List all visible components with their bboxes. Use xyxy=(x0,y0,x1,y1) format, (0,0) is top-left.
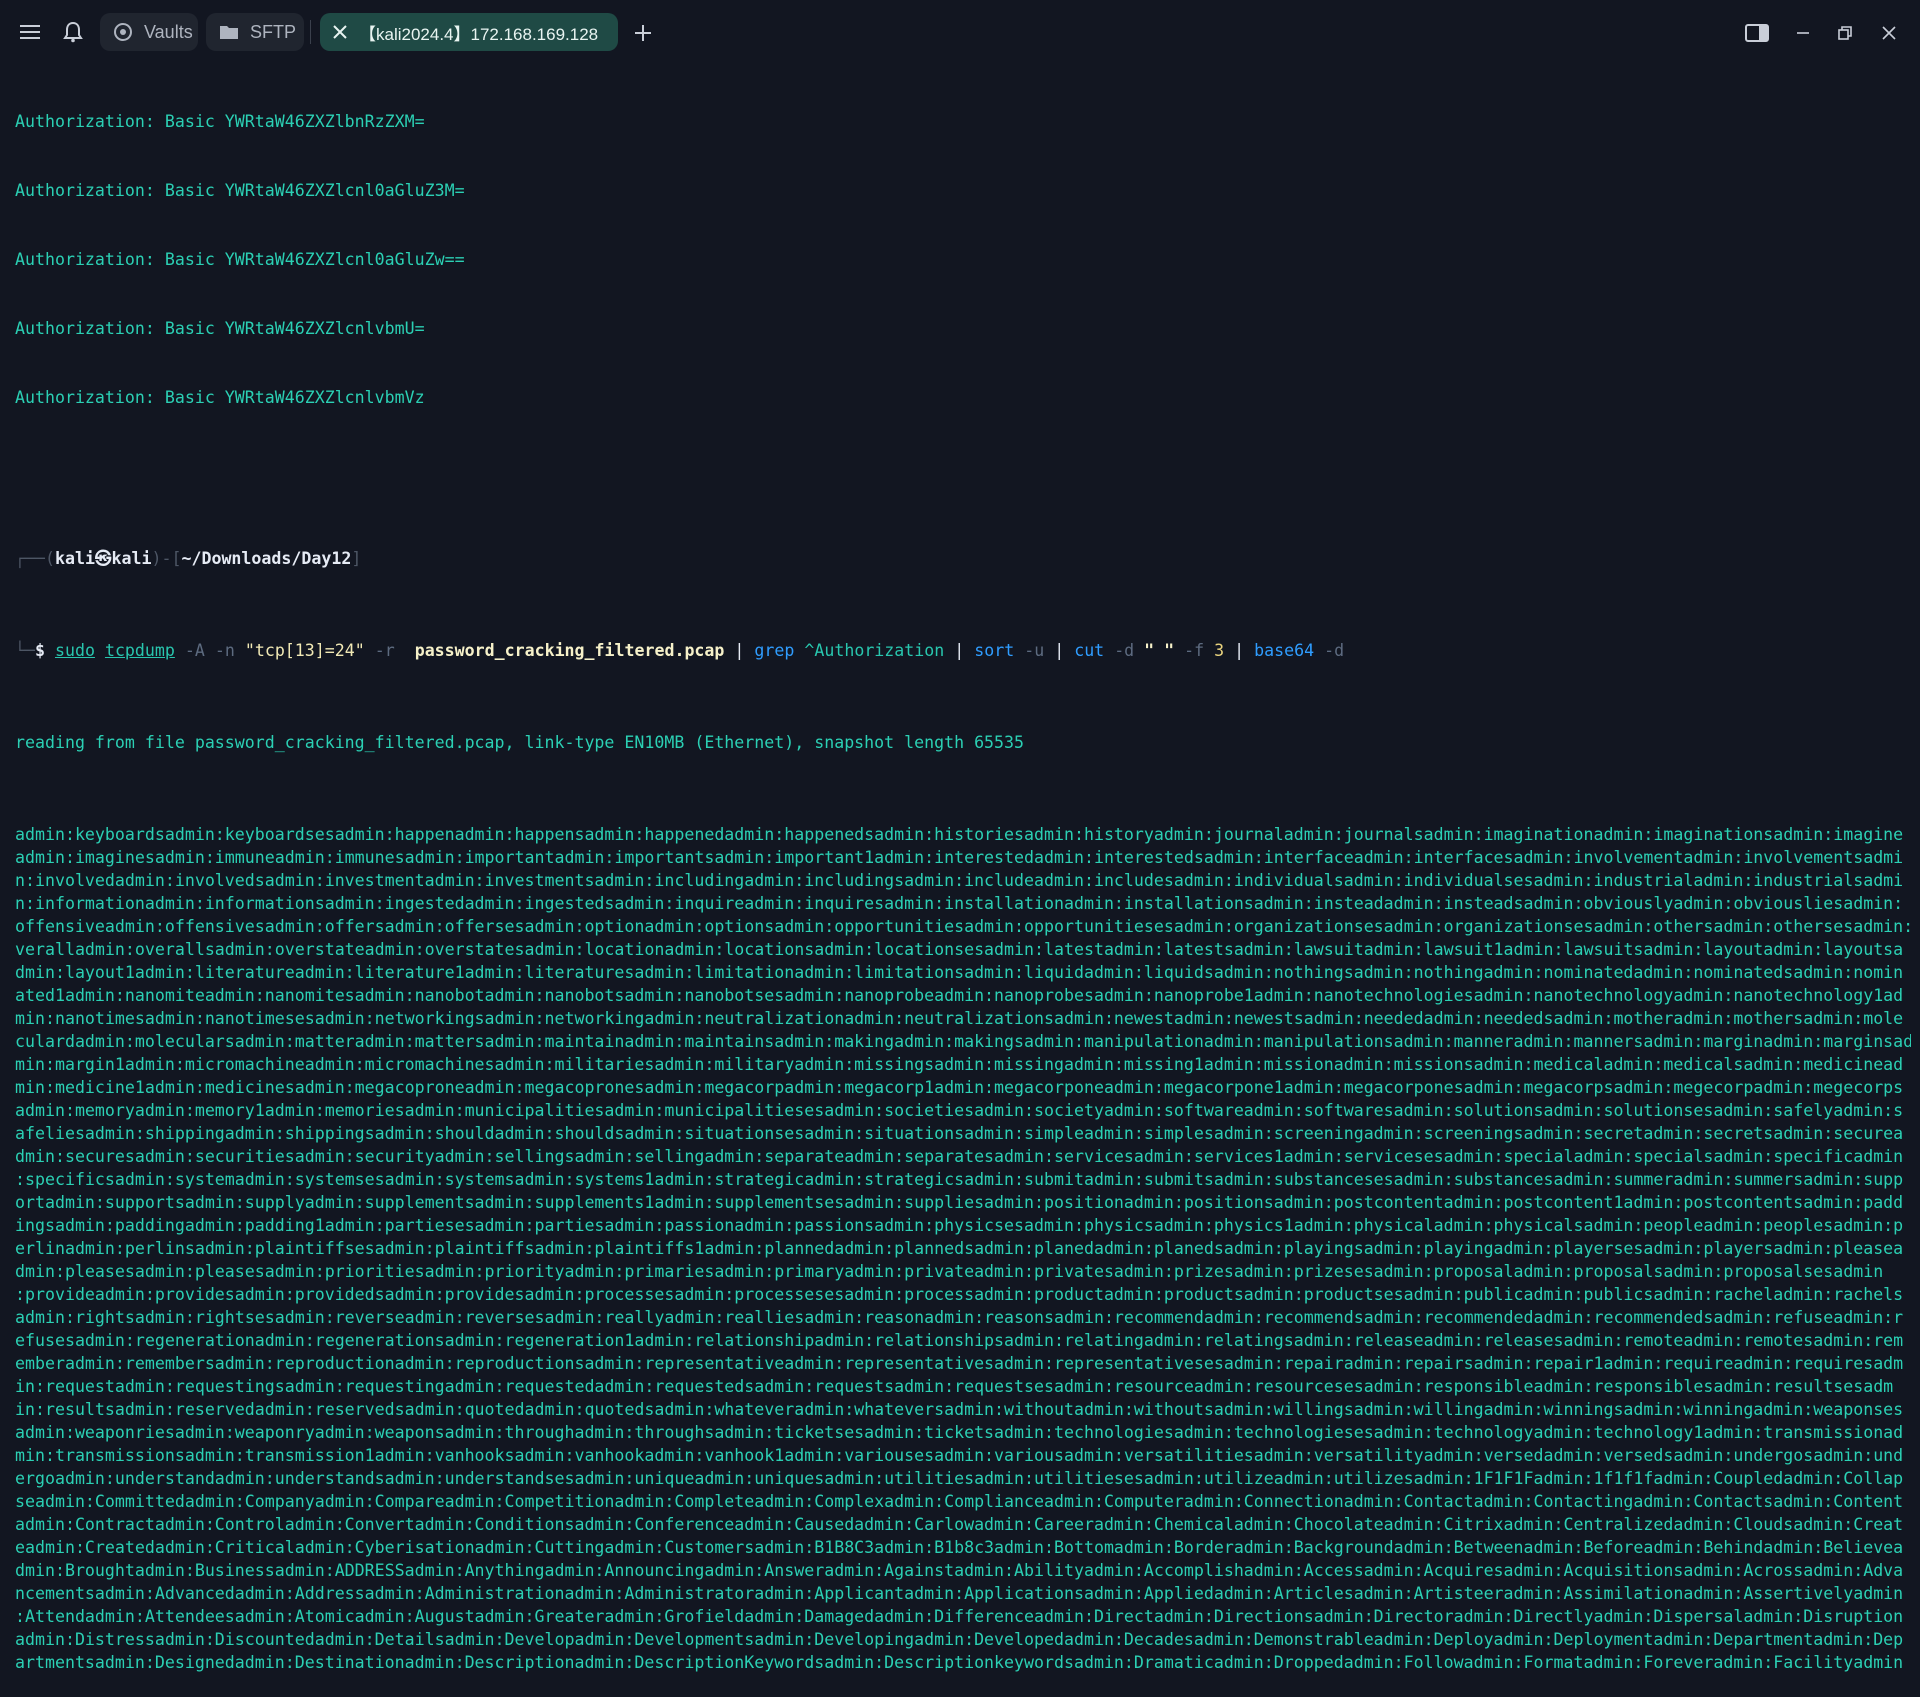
output-line: ergoadmin:understandadmin:understandsadm… xyxy=(15,1469,1904,1488)
cmd-pipe: | xyxy=(734,641,745,660)
output-line: veralladmin:overallsadmin:overstateadmin… xyxy=(15,940,1904,959)
bell-icon[interactable] xyxy=(60,19,86,45)
output-line: emberadmin:remembersadmin:reproductionad… xyxy=(15,1354,1904,1373)
close-window-icon[interactable] xyxy=(1876,20,1902,46)
output-line: afeliesadmin:shippingadmin:shippingsadmi… xyxy=(15,1124,1904,1143)
output-line: n:involvedadmin:involvedsadmin:investmen… xyxy=(15,871,1904,890)
output-line: min:transmissionsadmin:transmission1admi… xyxy=(15,1446,1904,1465)
prompt-second-prefix: └─ xyxy=(15,641,35,660)
plus-icon[interactable] xyxy=(630,20,656,46)
title-bar: Vaults SFTP 【kali2024.4】172.168.169.128 xyxy=(0,0,1920,64)
output-line: ingsadmin:paddingadmin:padding1admin:par… xyxy=(15,1216,1904,1235)
prompt-path: ~/Downloads/Day12 xyxy=(181,549,352,568)
cmd-grep: grep xyxy=(754,641,795,660)
output-line: erlinadmin:perlinsadmin:plaintiffsesadmi… xyxy=(15,1239,1904,1258)
auth-line: Authorization: Basic YWRtaW46ZXZlcnl0aGl… xyxy=(15,181,465,200)
output-line: efusesadmin:regenerationadmin:regenerati… xyxy=(15,1331,1904,1350)
output-line: admin:Contractadmin:Controladmin:Convert… xyxy=(15,1515,1904,1534)
output-line: artmentsadmin:Designedadmin:Destinationa… xyxy=(15,1653,1904,1672)
output-line: n:informationadmin:informationsadmin:ing… xyxy=(15,894,1904,913)
cmd-cut: cut xyxy=(1074,641,1105,660)
output-line: seadmin:Committedadmin:Companyadmin:Comp… xyxy=(15,1492,1904,1511)
prompt-dollar: $ xyxy=(34,641,45,660)
output-line: min:margin1admin:micromachineadmin:micro… xyxy=(15,1055,1904,1074)
cmd-tcpdump: tcpdump xyxy=(104,641,175,660)
output-line: in:resultsadmin:reservedadmin:reservedsa… xyxy=(15,1400,1904,1419)
output-line: min:nanotimesadmin:nanotimesesadmin:netw… xyxy=(15,1009,1904,1028)
output-line: admin:keyboardsadmin:keyboardsesadmin:ha… xyxy=(15,825,1904,844)
tab-kali-session[interactable]: 【kali2024.4】172.168.169.128 xyxy=(320,13,618,51)
prompt-open: ┌──( xyxy=(15,549,55,568)
cmd-sort-flag: -u xyxy=(1024,641,1045,660)
cmd-flag-r: -r xyxy=(374,641,395,660)
minimize-icon[interactable] xyxy=(1790,20,1816,46)
output-line: :specificsadmin:systemadmin:systemsesadm… xyxy=(15,1170,1904,1189)
reading-line: reading from file password_cracking_filt… xyxy=(15,733,1025,752)
output-line: admin:memoryadmin:memory1admin:memoriesa… xyxy=(15,1101,1904,1120)
output-line: :provideadmin:providesadmin:providedsadm… xyxy=(15,1285,1904,1304)
output-line: admin:Distressadmin:Discountedadmin:Deta… xyxy=(15,1630,1904,1649)
cmd-cut-delim: " " xyxy=(1144,641,1175,660)
output-line: dmin:Broughtadmin:Businessadmin:ADDRESSa… xyxy=(15,1561,1904,1580)
cmd-pipe: | xyxy=(1054,641,1065,660)
output-line: ncementsadmin:Advancedadmin:Addressadmin… xyxy=(15,1584,1904,1603)
vaults-button[interactable]: Vaults xyxy=(100,13,198,51)
output-line: eadmin:Createdadmin:Criticaladmin:Cyberi… xyxy=(15,1538,1904,1557)
terminal-output[interactable]: Authorization: Basic YWRtaW46ZXZlbnRzZXM… xyxy=(15,64,1911,1697)
output-line: dmin:securesadmin:securitiesadmin:securi… xyxy=(15,1147,1904,1166)
cmd-flags: -A -n xyxy=(184,641,235,660)
cmd-cut-num: 3 xyxy=(1214,641,1225,660)
output-line: admin:imaginesadmin:immuneadmin:immunesa… xyxy=(15,848,1904,867)
cmd-pipe: | xyxy=(1234,641,1245,660)
cmd-pipe: | xyxy=(954,641,965,660)
auth-line: Authorization: Basic YWRtaW46ZXZlcnlvbmV… xyxy=(15,388,425,407)
cmd-base64: base64 xyxy=(1254,641,1315,660)
command-line: └─$ sudo tcpdump -A -n "tcp[13]=24" -r p… xyxy=(15,639,1911,662)
tab-divider xyxy=(310,20,311,44)
output-line: dmin:pleasesadmin:pleasesadmin:prioritie… xyxy=(15,1262,1884,1281)
output-line: ortadmin:supportsadmin:supplyadmin:suppl… xyxy=(15,1193,1904,1212)
sftp-label: SFTP xyxy=(250,21,297,42)
prompt-close: ] xyxy=(351,549,362,568)
output-line: min:medicine1admin:medicinesadmin:megaco… xyxy=(15,1078,1904,1097)
folder-icon xyxy=(218,21,240,43)
close-tab-icon[interactable] xyxy=(329,21,351,43)
prompt-user: kali㉿kali xyxy=(54,549,152,568)
cmd-cut-f: -f xyxy=(1184,641,1205,660)
hamburger-menu-icon[interactable] xyxy=(16,19,44,45)
output-line: ated1admin:nanomiteadmin:nanomitesadmin:… xyxy=(15,986,1904,1005)
auth-line: Authorization: Basic YWRtaW46ZXZlcnl0aGl… xyxy=(15,250,465,269)
cmd-sudo: sudo xyxy=(54,641,95,660)
output-line: admin:weaponriesadmin:weaponryadmin:weap… xyxy=(15,1423,1904,1442)
cmd-sort: sort xyxy=(974,641,1015,660)
cmd-cut-d: -d xyxy=(1114,641,1135,660)
auth-line: Authorization: Basic YWRtaW46ZXZlbnRzZXM… xyxy=(15,112,425,131)
vaults-label: Vaults xyxy=(144,21,193,42)
output-line: dmin:layout1admin:literatureadmin:litera… xyxy=(15,963,1904,982)
prompt-mid: )-[ xyxy=(151,549,182,568)
sidebar-toggle-icon[interactable] xyxy=(1744,20,1770,46)
prompt-line: ┌──(kali㉿kali)-[~/Downloads/Day12] xyxy=(15,547,1911,570)
auth-line: Authorization: Basic YWRtaW46ZXZlcnlvbmU… xyxy=(15,319,425,338)
cmd-file: password_cracking_filtered.pcap xyxy=(414,641,725,660)
output-line: culardadmin:molecularsadmin:matteradmin:… xyxy=(15,1032,1911,1051)
decoded-output: admin:keyboardsadmin:keyboardsesadmin:ha… xyxy=(15,823,1911,1674)
cmd-base64-flag: -d xyxy=(1324,641,1345,660)
tab-label: 【kali2024.4】172.168.169.128 xyxy=(359,24,599,44)
cmd-filter: "tcp[13]=24" xyxy=(244,641,365,660)
output-line: offensiveadmin:offensivesadmin:offersadm… xyxy=(15,917,1911,936)
sftp-button[interactable]: SFTP xyxy=(206,13,304,51)
vault-icon xyxy=(112,21,134,43)
output-line: admin:rightsadmin:rightsesadmin:reversea… xyxy=(15,1308,1904,1327)
cmd-grep-arg: ^Authorization xyxy=(804,641,945,660)
restore-icon[interactable] xyxy=(1832,20,1858,46)
output-line: in:requestadmin:requestingsadmin:request… xyxy=(15,1377,1894,1396)
output-line: :Attendadmin:Attendeesadmin:Atomicadmin:… xyxy=(15,1607,1904,1626)
